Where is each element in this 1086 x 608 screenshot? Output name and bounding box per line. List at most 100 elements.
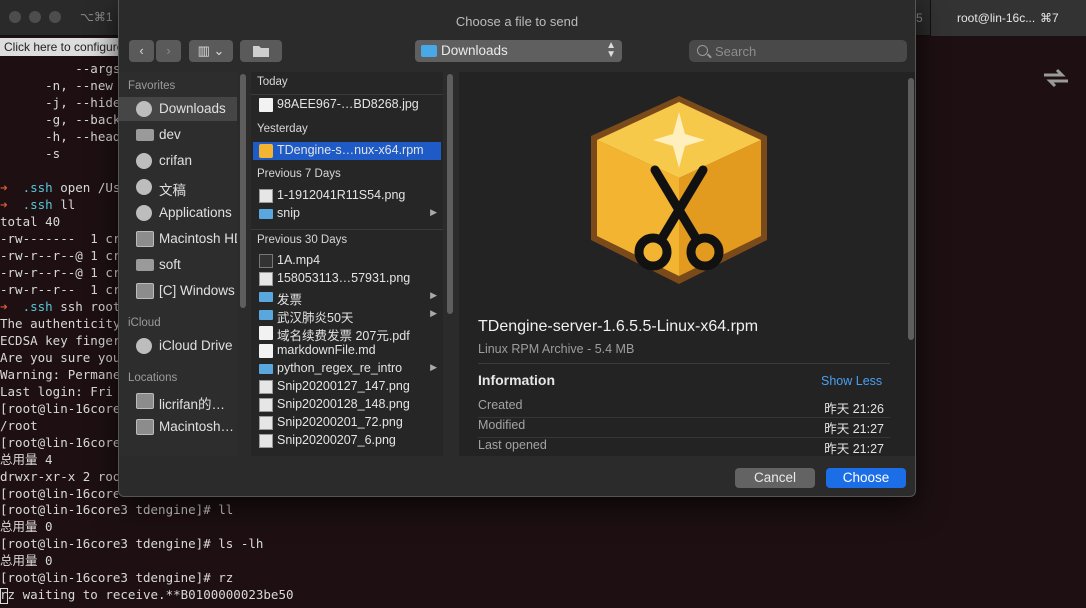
sidebar-item[interactable]: 文稿 — [119, 175, 237, 199]
prompt-dir: .ssh — [7, 197, 53, 212]
file-list-item[interactable]: Snip20200207_6.png — [253, 432, 441, 450]
folder-icon — [136, 129, 154, 141]
file-list-item[interactable]: 域名续费发票 207元.pdf — [253, 324, 441, 343]
show-less-link[interactable]: Show Less — [821, 374, 882, 388]
preview-pane: TDengine-server-1.6.5.5-Linux-x64.rpm Li… — [459, 72, 915, 456]
sidebar-item[interactable]: soft — [119, 253, 237, 277]
choose-button[interactable]: Choose — [826, 468, 906, 488]
location-popup[interactable]: Downloads ▲ ▼ — [415, 40, 622, 62]
preview-file-name: TDengine-server-1.6.5.5-Linux-x64.rpm — [478, 318, 759, 335]
sidebar-scrollbar[interactable] — [240, 74, 246, 308]
prompt-arrow: ➜ — [0, 299, 8, 314]
terminal-tab-title[interactable]: root@lin-16c... — [957, 11, 1035, 25]
prompt-arrow: ➜ — [0, 180, 8, 195]
new-folder-button[interactable] — [240, 40, 282, 62]
documents-icon — [136, 179, 152, 195]
home-icon — [136, 153, 152, 169]
terminal-line: ➜ .ssh ssh root@ — [0, 298, 118, 315]
info-row: Modified 昨天 21:27 — [478, 418, 884, 438]
close-window-button[interactable] — [9, 11, 21, 23]
file-list-item[interactable]: 武汉肺炎50天 ▶ — [253, 306, 441, 325]
terminal-output: --args -n, --new -j, --hide -g, --backgr… — [0, 60, 118, 502]
sidebar-item[interactable]: crifan — [119, 149, 237, 173]
terminal-line: 总用量 0 — [0, 519, 53, 534]
file-list-item[interactable]: Snip20200127_147.png — [253, 378, 441, 396]
file-list-item[interactable]: markdownFile.md — [253, 342, 441, 360]
group-header-previous-7-days: Previous 7 Days — [257, 168, 341, 180]
info-key: Created — [478, 398, 523, 412]
information-heading: Information — [478, 372, 555, 388]
folder-icon — [259, 292, 273, 302]
file-list-item[interactable]: 98AEE967-…BD8268.jpg — [253, 96, 441, 114]
downloads-folder-icon — [421, 45, 437, 57]
terminal-line: -rw-r--r-- 1 crifan — [0, 282, 118, 297]
file-list-item[interactable]: 158053113…57931.png — [253, 270, 441, 288]
file-list-item[interactable]: 1A.mp4 — [253, 252, 441, 270]
terminal-line: /root — [0, 418, 38, 433]
terminal-line: [root@lin-16core3 tdengine]# ls -lh — [0, 536, 264, 551]
terminal-line: -rw-r--r--@ 1 crifan — [0, 248, 118, 263]
info-value: 昨天 21:27 — [824, 422, 884, 436]
search-icon — [697, 45, 708, 56]
back-button[interactable]: ‹ — [129, 40, 154, 62]
search-box[interactable] — [689, 40, 907, 62]
configure-banner[interactable]: Click here to configure — [0, 38, 118, 56]
terminal-line: Are you sure you — [0, 350, 118, 365]
file-name: Snip20200207_6.png — [277, 433, 396, 447]
document-icon — [259, 98, 273, 112]
search-input[interactable] — [713, 42, 901, 60]
zoom-window-button[interactable] — [49, 11, 61, 23]
file-list-item[interactable]: TDengine-s…nux-x64.rpm — [253, 142, 441, 160]
terminal-line: 总用量 0 — [0, 553, 53, 568]
folder-icon — [253, 46, 269, 57]
applications-icon — [136, 205, 152, 221]
terminal-line: Last login: Fri Feb — [0, 384, 113, 399]
sidebar-item[interactable]: Macintosh… — [119, 415, 237, 439]
preview-scrollbar[interactable] — [908, 78, 914, 340]
terminal-line: ECDSA key fingerprint — [0, 333, 118, 348]
chevron-right-icon: ▶ — [430, 290, 437, 300]
terminal-line: Warning: Permanently — [0, 367, 118, 382]
view-mode-button[interactable]: ▥ ⌄ — [189, 40, 233, 62]
file-name: Snip20200201_72.png — [277, 415, 403, 429]
swap-arrows-icon[interactable] — [1040, 66, 1072, 90]
file-list-item[interactable]: 发票 ▶ — [253, 288, 441, 307]
file-list-item[interactable]: Snip20200128_148.png — [253, 396, 441, 414]
file-list-item[interactable]: python_regex_re_intro ▶ — [253, 360, 441, 378]
terminal-line: --args — [0, 61, 118, 76]
file-list-item[interactable]: snip ▶ — [253, 205, 441, 223]
cancel-button[interactable]: Cancel — [735, 468, 815, 488]
info-key: Last opened — [478, 438, 547, 452]
file-name: snip — [277, 206, 300, 220]
minimize-window-button[interactable] — [29, 11, 41, 23]
terminal-line: [root@lin-16core3 tdengine]# ll — [0, 502, 234, 517]
dialog-title: Choose a file to send — [455, 14, 579, 29]
file-list-item[interactable]: 1-1912041R11S54.png — [253, 187, 441, 205]
terminal-line: ➜ .ssh open /Users — [0, 179, 118, 196]
prompt-arrow: ➜ — [0, 197, 8, 212]
file-list-item[interactable]: Snip20200201_72.png — [253, 414, 441, 432]
terminal-line: -n, --new — [0, 78, 113, 93]
sidebar-item[interactable]: dev — [119, 123, 237, 147]
disk-icon — [136, 231, 154, 247]
file-list-scrollbar[interactable] — [447, 74, 453, 314]
terminal-line: -g, --background — [45, 112, 118, 127]
sidebar-item-label: soft — [159, 257, 181, 272]
sidebar-item-label: iCloud Drive — [159, 338, 233, 353]
sidebar-item[interactable]: Macintosh HD — [119, 227, 237, 251]
terminal-line: [root@lin-16core3 — [0, 435, 118, 450]
sidebar-item[interactable]: Applications — [119, 201, 237, 225]
image-icon — [259, 416, 273, 430]
terminal-line: -h, --header — [45, 129, 118, 144]
file-chooser-dialog: Choose a file to send ‹ › ▥ ⌄ Downloads … — [118, 0, 916, 497]
terminal-line: rz waiting to receive.**B0100000023be50 — [0, 587, 294, 602]
terminal-line: -j, --hide — [0, 95, 118, 110]
forward-button[interactable]: › — [156, 40, 181, 62]
sidebar-item[interactable]: iCloud Drive — [119, 334, 237, 358]
terminal-line: -s — [0, 146, 61, 161]
terminal-line: total 40 — [0, 214, 61, 229]
sidebar-item[interactable]: [C] Windows — [119, 279, 237, 303]
computer-icon — [136, 393, 154, 409]
sidebar-item[interactable]: licrifan的… — [119, 389, 237, 413]
sidebar-item[interactable]: Downloads — [119, 97, 237, 121]
